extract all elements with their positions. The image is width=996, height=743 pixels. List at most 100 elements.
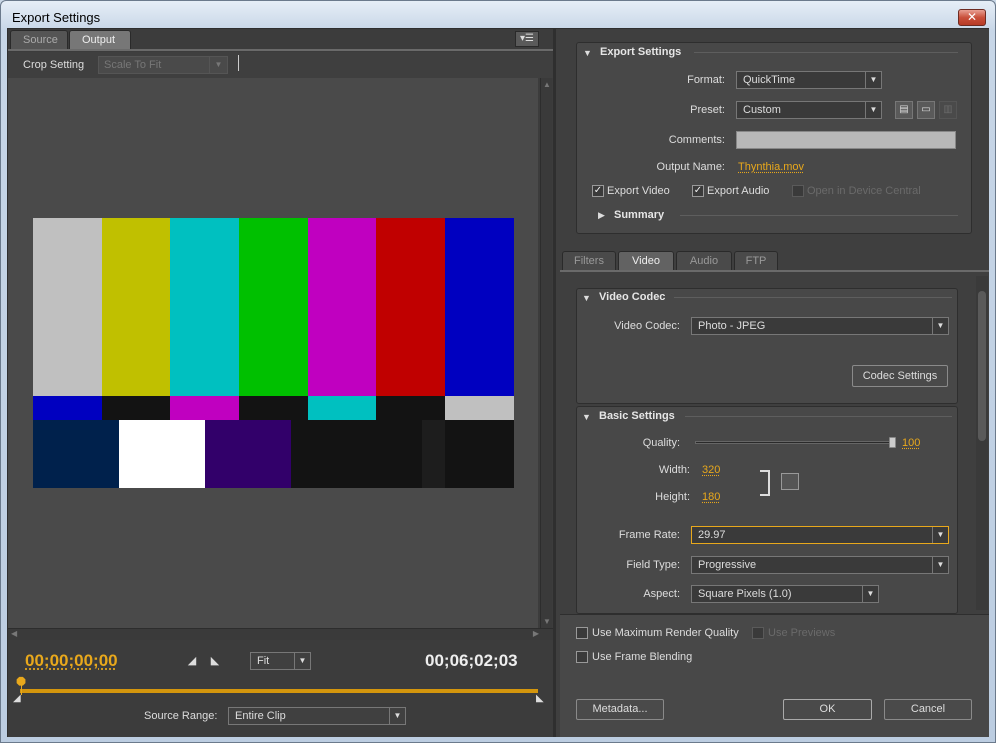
- quality-slider[interactable]: [695, 441, 895, 444]
- frame-rate-value: 29.97: [698, 529, 726, 541]
- preset-select[interactable]: Custom ▼: [736, 101, 882, 119]
- comments-label: Comments:: [668, 134, 725, 146]
- video-codec-value: Photo - JPEG: [698, 320, 766, 332]
- use-previews-label: Use Previews: [768, 627, 836, 639]
- section-rule: [680, 215, 958, 216]
- scroll-right-icon[interactable]: ▶: [533, 629, 539, 638]
- frame-blending-label: Use Frame Blending: [592, 651, 693, 663]
- cancel-button[interactable]: Cancel: [884, 699, 972, 720]
- field-type-select[interactable]: Progressive ▼: [691, 556, 949, 574]
- height-label: Height:: [655, 491, 690, 503]
- tab-audio[interactable]: Audio: [676, 251, 732, 271]
- comments-field[interactable]: [736, 131, 956, 149]
- format-label: Format:: [687, 74, 725, 86]
- colorbar-top-5: [308, 218, 376, 396]
- colorbar-top-1: [33, 218, 102, 396]
- output-name-link[interactable]: Thynthia.mov: [738, 161, 804, 173]
- colorbar-top-3: [170, 218, 239, 396]
- aspect-label: Aspect:: [643, 588, 680, 600]
- scroll-left-icon[interactable]: ◀: [11, 629, 17, 638]
- constrain-proportions-button[interactable]: [781, 473, 799, 490]
- section-rule: [674, 297, 952, 298]
- quality-slider-thumb[interactable]: [889, 437, 896, 448]
- aspect-select[interactable]: Square Pixels (1.0) ▼: [691, 585, 879, 603]
- collapse-triangle-icon[interactable]: ▼: [583, 48, 592, 58]
- delete-preset-button[interactable]: ▥: [939, 101, 957, 119]
- summary-title[interactable]: Summary: [614, 209, 664, 221]
- chevron-down-icon: ▼: [862, 586, 878, 602]
- window-title: Export Settings: [12, 10, 101, 25]
- export-video-label: Export Video: [607, 185, 670, 197]
- settings-vertical-scrollbar[interactable]: [976, 276, 988, 610]
- height-value[interactable]: 180: [702, 491, 720, 503]
- set-out-point-icon[interactable]: ◣: [209, 655, 221, 667]
- format-select[interactable]: QuickTime ▼: [736, 71, 882, 89]
- expand-triangle-icon[interactable]: ▶: [598, 210, 605, 221]
- device-central-checkbox[interactable]: [792, 185, 804, 197]
- export-video-checkbox[interactable]: ✓: [592, 185, 604, 197]
- codec-settings-button[interactable]: Codec Settings: [852, 365, 948, 387]
- scrollbar-thumb[interactable]: [978, 291, 986, 441]
- close-window-button[interactable]: ✕: [958, 9, 986, 26]
- use-previews-checkbox[interactable]: [752, 627, 764, 639]
- device-central-label: Open in Device Central: [807, 185, 921, 197]
- crop-setting-label: Crop Setting: [23, 59, 85, 71]
- quality-value[interactable]: 100: [902, 437, 920, 449]
- colorbar-bottom-5: [422, 420, 445, 488]
- chevron-down-icon: ▼: [932, 318, 948, 334]
- colorbar-mid-4: [239, 396, 308, 420]
- chevron-down-icon: ▼: [932, 557, 948, 573]
- tab-video[interactable]: Video: [618, 251, 674, 271]
- colorbar-bottom-1: [33, 420, 119, 488]
- zoom-select[interactable]: Fit ▼: [250, 652, 311, 670]
- panel-menu-button[interactable]: ▾☰: [515, 31, 539, 47]
- scroll-up-icon[interactable]: ▲: [543, 80, 551, 89]
- metadata-button[interactable]: Metadata...: [576, 699, 664, 720]
- width-value[interactable]: 320: [702, 464, 720, 476]
- video-codec-label: Video Codec:: [614, 320, 680, 332]
- collapse-triangle-icon[interactable]: ▼: [582, 293, 591, 303]
- timeline-work-area-bar[interactable]: [20, 689, 538, 693]
- preview-vertical-scrollbar[interactable]: ▲ ▼: [540, 78, 552, 628]
- chevron-down-icon: ▼: [294, 653, 310, 669]
- colorbar-bottom-3: [205, 420, 291, 488]
- in-point-handle-icon[interactable]: ◢: [13, 693, 21, 704]
- tab-filters[interactable]: Filters: [562, 251, 616, 271]
- chevron-down-icon: ▼: [209, 57, 227, 73]
- chevron-down-icon: ▼: [865, 72, 881, 88]
- collapse-triangle-icon[interactable]: ▼: [582, 412, 591, 422]
- out-point-handle-icon[interactable]: ◣: [536, 693, 544, 704]
- import-preset-button[interactable]: ▭: [917, 101, 935, 119]
- video-codec-title: Video Codec: [599, 291, 666, 303]
- folder-icon: ▭: [921, 104, 931, 115]
- section-rule: [685, 416, 952, 417]
- frame-rate-select[interactable]: 29.97 ▼: [691, 526, 949, 544]
- duration-timecode: 00;06;02;03: [425, 651, 518, 670]
- tab-output[interactable]: Output: [69, 30, 131, 50]
- ok-button[interactable]: OK: [783, 699, 872, 720]
- crop-setting-select: Scale To Fit ▼: [98, 56, 228, 74]
- scroll-down-icon[interactable]: ▼: [543, 617, 551, 626]
- save-preset-button[interactable]: ▤: [895, 101, 913, 119]
- link-bracket: [760, 470, 770, 496]
- export-audio-checkbox[interactable]: ✓: [692, 185, 704, 197]
- colorbar-bottom-6: [445, 420, 514, 488]
- chevron-down-icon: ▼: [865, 102, 881, 118]
- source-range-label: Source Range:: [144, 710, 218, 722]
- tab-source[interactable]: Source: [10, 30, 68, 50]
- title-bar: Export Settings: [0, 0, 996, 30]
- panel-menu-icon: ▾☰: [520, 33, 534, 44]
- colorbar-top-6: [376, 218, 445, 396]
- colorbar-mid-1: [33, 396, 102, 420]
- preview-horizontal-scrollbar[interactable]: ◀ ▶: [8, 628, 553, 640]
- video-codec-select[interactable]: Photo - JPEG ▼: [691, 317, 949, 335]
- text-cursor: [238, 55, 239, 71]
- tab-ftp[interactable]: FTP: [734, 251, 778, 271]
- colorbar-mid-7: [445, 396, 514, 420]
- frame-blending-checkbox[interactable]: [576, 651, 588, 663]
- current-timecode[interactable]: 00;00;00;00: [25, 651, 118, 671]
- max-render-quality-checkbox[interactable]: [576, 627, 588, 639]
- width-label: Width:: [658, 464, 690, 476]
- set-in-point-icon[interactable]: ◢: [186, 655, 198, 667]
- source-range-select[interactable]: Entire Clip ▼: [228, 707, 406, 725]
